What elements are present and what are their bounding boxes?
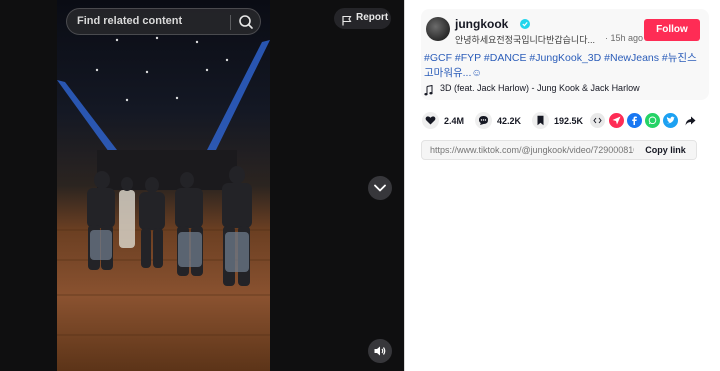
avatar[interactable] xyxy=(426,17,450,41)
report-label: Report xyxy=(356,12,389,23)
save-count: 192.5K xyxy=(554,116,584,126)
author-nickname: 안녕하세요전정국입니다반갑습니다... xyxy=(455,35,595,45)
twitter-icon[interactable] xyxy=(663,113,678,128)
music-note-icon xyxy=(424,83,433,96)
video-frame[interactable] xyxy=(57,0,270,371)
comment-count: 42.2K xyxy=(497,116,522,126)
search-icon[interactable] xyxy=(237,13,255,31)
share-icon[interactable] xyxy=(682,113,697,128)
like-count: 2.4M xyxy=(444,116,465,126)
search-divider xyxy=(230,15,231,30)
volume-icon xyxy=(374,346,386,356)
chevron-down-icon xyxy=(374,184,386,192)
video-player-area: Find related content Report xyxy=(0,0,404,371)
music-title: 3D (feat. Jack Harlow) - Jung Kook & Jac… xyxy=(440,83,640,93)
flag-icon xyxy=(342,13,352,26)
video-info-panel: jungkook 안녕하세요전정국입니다반갑습니다... · 15h ago F… xyxy=(405,0,720,371)
heart-icon xyxy=(422,112,439,129)
verified-badge-icon xyxy=(520,19,530,29)
comment-icon xyxy=(475,112,492,129)
video-caption[interactable]: #GCF #FYP #DANCE #JungKook_3D #NewJeans … xyxy=(424,51,704,81)
post-time: · 15h ago xyxy=(605,33,644,43)
volume-button[interactable] xyxy=(368,339,392,363)
bookmark-icon xyxy=(532,112,549,129)
report-button[interactable]: Report xyxy=(334,8,391,29)
next-video-button[interactable] xyxy=(368,176,392,200)
search-placeholder: Find related content xyxy=(77,15,183,27)
facebook-icon[interactable] xyxy=(627,113,642,128)
dance-scene-image xyxy=(57,36,270,336)
search-bar[interactable]: Find related content xyxy=(66,8,261,35)
send-icon[interactable] xyxy=(609,113,624,128)
video-url[interactable]: https://www.tiktok.com/@jungkook/video/7… xyxy=(430,145,640,155)
author-card: jungkook 안녕하세요전정국입니다반갑습니다... · 15h ago F… xyxy=(421,9,709,100)
embed-icon[interactable] xyxy=(590,113,605,128)
copy-link-button[interactable]: Copy link xyxy=(634,141,696,159)
video-link-box: https://www.tiktok.com/@jungkook/video/7… xyxy=(421,140,697,160)
author-username[interactable]: jungkook xyxy=(455,17,508,31)
whatsapp-icon[interactable] xyxy=(645,113,660,128)
follow-button[interactable]: Follow xyxy=(644,19,700,41)
tiktok-video-page: Find related content Report jungkook 안녕하… xyxy=(0,0,720,371)
